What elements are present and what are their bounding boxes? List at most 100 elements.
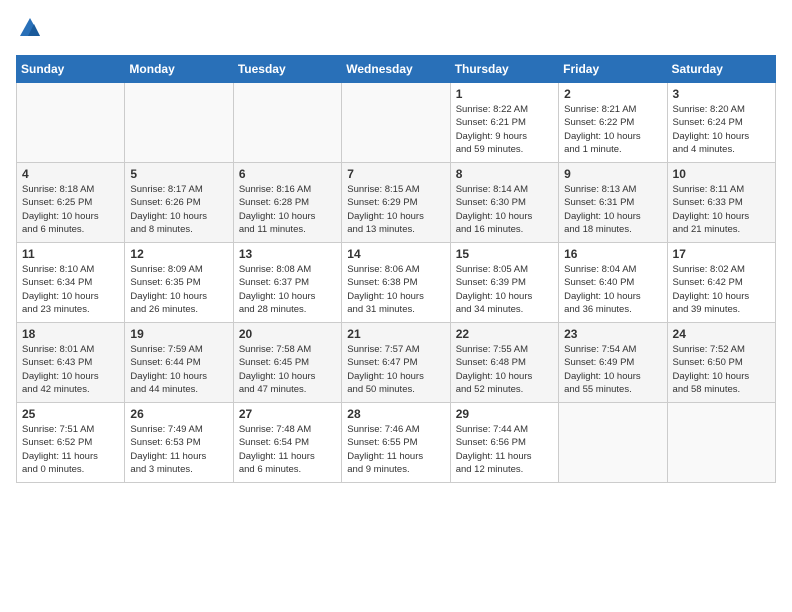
calendar-cell: 15Sunrise: 8:05 AM Sunset: 6:39 PM Dayli… <box>450 243 558 323</box>
day-info: Sunrise: 8:08 AM Sunset: 6:37 PM Dayligh… <box>239 263 336 316</box>
calendar-cell: 7 Sunrise: 8:15 AM Sunset: 6:29 PM Daylig… <box>342 163 450 243</box>
calendar-cell <box>559 403 667 483</box>
day-info: Sunrise: 7:59 AM Sunset: 6:44 PM Dayligh… <box>130 343 227 396</box>
day-number: 25 <box>22 407 119 421</box>
day-number: 23 <box>564 327 661 341</box>
day-info: Sunrise: 8:10 AM Sunset: 6:34 PM Dayligh… <box>22 263 119 316</box>
day-number: 10 <box>673 167 770 181</box>
col-header-thursday: Thursday <box>450 56 558 83</box>
day-info: Sunrise: 8:21 AM Sunset: 6:22 PM Dayligh… <box>564 103 661 156</box>
day-info: Sunrise: 7:57 AM Sunset: 6:47 PM Dayligh… <box>347 343 444 396</box>
calendar-cell: 27 Sunrise: 7:48 AM Sunset: 6:54 PM Dayli… <box>233 403 341 483</box>
day-info: Sunrise: 8:17 AM Sunset: 6:26 PM Dayligh… <box>130 183 227 236</box>
day-info: Sunrise: 7:58 AM Sunset: 6:45 PM Dayligh… <box>239 343 336 396</box>
day-number: 21 <box>347 327 444 341</box>
calendar-cell: 18 Sunrise: 8:01 AM Sunset: 6:43 PM Dayli… <box>17 323 125 403</box>
col-header-saturday: Saturday <box>667 56 775 83</box>
day-number: 24 <box>673 327 770 341</box>
day-info: Sunrise: 8:09 AM Sunset: 6:35 PM Dayligh… <box>130 263 227 316</box>
calendar-cell <box>667 403 775 483</box>
day-number: 26 <box>130 407 227 421</box>
day-number: 17 <box>673 247 770 261</box>
day-number: 9 <box>564 167 661 181</box>
day-number: 12 <box>130 247 227 261</box>
day-info: Sunrise: 8:20 AM Sunset: 6:24 PM Dayligh… <box>673 103 770 156</box>
calendar-week-5: 25 Sunrise: 7:51 AM Sunset: 6:52 PM Dayli… <box>17 403 776 483</box>
day-info: Sunrise: 7:48 AM Sunset: 6:54 PM Dayligh… <box>239 423 336 476</box>
day-info: Sunrise: 8:06 AM Sunset: 6:38 PM Dayligh… <box>347 263 444 316</box>
day-info: Sunrise: 8:02 AM Sunset: 6:42 PM Dayligh… <box>673 263 770 316</box>
calendar-cell: 11 Sunrise: 8:10 AM Sunset: 6:34 PM Dayli… <box>17 243 125 323</box>
day-number: 22 <box>456 327 553 341</box>
calendar-cell: 9 Sunrise: 8:13 AM Sunset: 6:31 PM Daylig… <box>559 163 667 243</box>
calendar-cell: 5 Sunrise: 8:17 AM Sunset: 6:26 PM Daylig… <box>125 163 233 243</box>
day-info: Sunrise: 7:44 AM Sunset: 6:56 PM Dayligh… <box>456 423 553 476</box>
day-info: Sunrise: 7:49 AM Sunset: 6:53 PM Dayligh… <box>130 423 227 476</box>
calendar-week-1: 1 Sunrise: 8:22 AM Sunset: 6:21 PM Daylig… <box>17 83 776 163</box>
calendar-cell <box>125 83 233 163</box>
day-info: Sunrise: 8:18 AM Sunset: 6:25 PM Dayligh… <box>22 183 119 236</box>
day-number: 27 <box>239 407 336 421</box>
day-number: 18 <box>22 327 119 341</box>
calendar-cell: 16 Sunrise: 8:04 AM Sunset: 6:40 PM Dayli… <box>559 243 667 323</box>
day-number: 2 <box>564 87 661 101</box>
day-number: 5 <box>130 167 227 181</box>
day-number: 3 <box>673 87 770 101</box>
day-info: Sunrise: 8:01 AM Sunset: 6:43 PM Dayligh… <box>22 343 119 396</box>
calendar-cell: 10 Sunrise: 8:11 AM Sunset: 6:33 PM Dayli… <box>667 163 775 243</box>
calendar-cell: 12 Sunrise: 8:09 AM Sunset: 6:35 PM Dayli… <box>125 243 233 323</box>
day-number: 16 <box>564 247 661 261</box>
calendar-cell: 19 Sunrise: 7:59 AM Sunset: 6:44 PM Dayli… <box>125 323 233 403</box>
calendar-cell: 4 Sunrise: 8:18 AM Sunset: 6:25 PM Daylig… <box>17 163 125 243</box>
day-info: Sunrise: 8:11 AM Sunset: 6:33 PM Dayligh… <box>673 183 770 236</box>
calendar-week-2: 4 Sunrise: 8:18 AM Sunset: 6:25 PM Daylig… <box>17 163 776 243</box>
calendar-cell <box>17 83 125 163</box>
day-info: Sunrise: 8:13 AM Sunset: 6:31 PM Dayligh… <box>564 183 661 236</box>
calendar-cell <box>233 83 341 163</box>
day-number: 14 <box>347 247 444 261</box>
day-number: 4 <box>22 167 119 181</box>
day-number: 6 <box>239 167 336 181</box>
calendar-cell: 8Sunrise: 8:14 AM Sunset: 6:30 PM Daylig… <box>450 163 558 243</box>
calendar-cell: 23 Sunrise: 7:54 AM Sunset: 6:49 PM Dayli… <box>559 323 667 403</box>
day-info: Sunrise: 8:22 AM Sunset: 6:21 PM Dayligh… <box>456 103 553 156</box>
calendar-cell: 26 Sunrise: 7:49 AM Sunset: 6:53 PM Dayli… <box>125 403 233 483</box>
calendar-cell: 14 Sunrise: 8:06 AM Sunset: 6:38 PM Dayli… <box>342 243 450 323</box>
day-info: Sunrise: 8:04 AM Sunset: 6:40 PM Dayligh… <box>564 263 661 316</box>
calendar-cell: 13 Sunrise: 8:08 AM Sunset: 6:37 PM Dayli… <box>233 243 341 323</box>
day-info: Sunrise: 8:15 AM Sunset: 6:29 PM Dayligh… <box>347 183 444 236</box>
calendar-cell: 21 Sunrise: 7:57 AM Sunset: 6:47 PM Dayli… <box>342 323 450 403</box>
day-info: Sunrise: 7:46 AM Sunset: 6:55 PM Dayligh… <box>347 423 444 476</box>
day-number: 8 <box>456 167 553 181</box>
day-info: Sunrise: 7:55 AM Sunset: 6:48 PM Dayligh… <box>456 343 553 396</box>
day-number: 7 <box>347 167 444 181</box>
day-info: Sunrise: 7:51 AM Sunset: 6:52 PM Dayligh… <box>22 423 119 476</box>
calendar-cell: 24 Sunrise: 7:52 AM Sunset: 6:50 PM Dayli… <box>667 323 775 403</box>
day-number: 11 <box>22 247 119 261</box>
day-info: Sunrise: 7:54 AM Sunset: 6:49 PM Dayligh… <box>564 343 661 396</box>
header <box>16 16 776 45</box>
day-info: Sunrise: 8:16 AM Sunset: 6:28 PM Dayligh… <box>239 183 336 236</box>
calendar-cell: 25 Sunrise: 7:51 AM Sunset: 6:52 PM Dayli… <box>17 403 125 483</box>
day-number: 1 <box>456 87 553 101</box>
logo <box>16 16 42 45</box>
day-number: 15 <box>456 247 553 261</box>
calendar-table: SundayMondayTuesdayWednesdayThursdayFrid… <box>16 55 776 483</box>
day-info: Sunrise: 7:52 AM Sunset: 6:50 PM Dayligh… <box>673 343 770 396</box>
calendar-cell: 17 Sunrise: 8:02 AM Sunset: 6:42 PM Dayli… <box>667 243 775 323</box>
calendar-cell: 6 Sunrise: 8:16 AM Sunset: 6:28 PM Daylig… <box>233 163 341 243</box>
calendar-cell: 3 Sunrise: 8:20 AM Sunset: 6:24 PM Daylig… <box>667 83 775 163</box>
calendar-cell: 28 Sunrise: 7:46 AM Sunset: 6:55 PM Dayli… <box>342 403 450 483</box>
day-number: 13 <box>239 247 336 261</box>
calendar-cell: 20 Sunrise: 7:58 AM Sunset: 6:45 PM Dayli… <box>233 323 341 403</box>
logo-icon <box>18 16 42 40</box>
day-number: 20 <box>239 327 336 341</box>
calendar-cell <box>342 83 450 163</box>
day-number: 19 <box>130 327 227 341</box>
calendar-cell: 22 Sunrise: 7:55 AM Sunset: 6:48 PM Dayli… <box>450 323 558 403</box>
calendar-header-row: SundayMondayTuesdayWednesdayThursdayFrid… <box>17 56 776 83</box>
col-header-sunday: Sunday <box>17 56 125 83</box>
calendar-cell: 1 Sunrise: 8:22 AM Sunset: 6:21 PM Daylig… <box>450 83 558 163</box>
day-number: 28 <box>347 407 444 421</box>
calendar-cell: 29Sunrise: 7:44 AM Sunset: 6:56 PM Dayli… <box>450 403 558 483</box>
